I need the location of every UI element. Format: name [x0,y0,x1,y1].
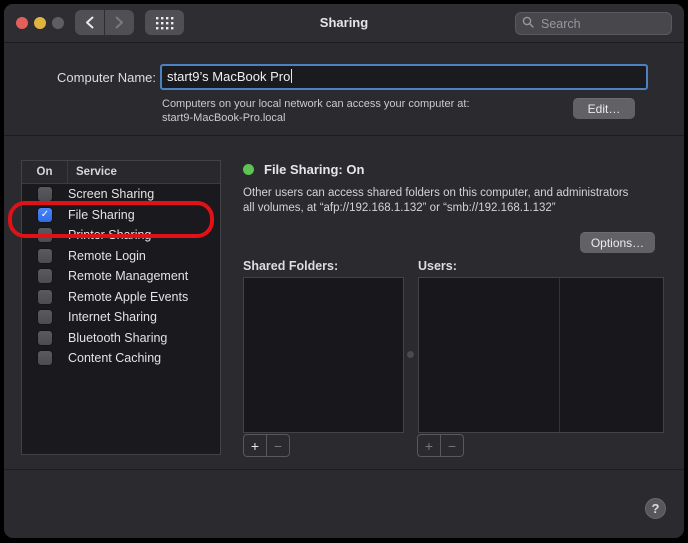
remove-user-button: − [441,435,463,456]
computer-name-input[interactable]: start9’s MacBook Pro [160,64,648,90]
add-shared-folder-button[interactable]: + [244,435,267,456]
shared-folders-label: Shared Folders: [243,259,338,273]
show-all-button[interactable] [145,10,184,35]
search-field[interactable] [515,12,672,35]
users-list[interactable] [418,277,664,433]
users-add-remove: + − [417,434,464,457]
service-list: On Service ✓ Screen Sharing ✓ File Shari… [21,160,221,455]
checkbox[interactable]: ✓ [38,249,52,263]
zoom-button-disabled [52,17,64,29]
chevron-left-icon [85,16,94,29]
service-row-remote-management[interactable]: ✓ Remote Management [22,266,220,287]
service-row-printer-sharing[interactable]: ✓ Printer Sharing [22,225,220,246]
checkbox[interactable]: ✓ [38,310,52,324]
status-dot-green [243,164,254,175]
text-caret [291,69,292,83]
users-list-column-divider [559,278,560,432]
add-user-button: + [418,435,441,456]
options-button[interactable]: Options… [580,232,655,253]
search-input[interactable] [539,16,665,32]
grid-icon [155,16,175,30]
pane-splitter-handle[interactable] [407,351,414,358]
section-divider [4,135,684,136]
help-button[interactable]: ? [645,498,666,519]
service-row-remote-apple-events[interactable]: ✓ Remote Apple Events [22,287,220,308]
minimize-button[interactable] [34,17,46,29]
shared-folders-add-remove: + − [243,434,290,457]
checkbox[interactable]: ✓ [38,208,52,222]
computer-name-caption: Computers on your local network can acce… [162,97,562,125]
edit-button[interactable]: Edit… [573,98,635,119]
service-row-internet-sharing[interactable]: ✓ Internet Sharing [22,307,220,328]
service-list-header: On Service [22,161,220,184]
back-button[interactable] [75,10,104,35]
search-icon [522,15,534,33]
checkbox[interactable]: ✓ [38,269,52,283]
sharing-preferences-window: Sharing [4,4,684,538]
column-header-service: Service [68,166,117,178]
checkbox[interactable]: ✓ [38,228,52,242]
checkbox[interactable]: ✓ [38,290,52,304]
checkbox[interactable]: ✓ [38,331,52,345]
chevron-right-icon [115,16,124,29]
status-description: Other users can access shared folders on… [243,186,668,216]
service-row-bluetooth-sharing[interactable]: ✓ Bluetooth Sharing [22,328,220,349]
section-divider [4,469,684,470]
service-row-file-sharing[interactable]: ✓ File Sharing [22,205,220,226]
checkbox[interactable]: ✓ [38,351,52,365]
service-row-screen-sharing[interactable]: ✓ Screen Sharing [22,184,220,205]
forward-button [105,10,134,35]
remove-shared-folder-button: − [267,435,289,456]
shared-folders-list[interactable] [243,277,404,433]
service-row-content-caching[interactable]: ✓ Content Caching [22,348,220,369]
service-row-remote-login[interactable]: ✓ Remote Login [22,246,220,267]
computer-name-label: Computer Name: [18,70,156,85]
status-title: File Sharing: On [264,162,364,177]
title-bar: Sharing [4,4,684,43]
close-button[interactable] [16,17,28,29]
users-label: Users: [418,259,457,273]
column-header-on: On [22,161,68,183]
checkbox[interactable]: ✓ [38,187,52,201]
